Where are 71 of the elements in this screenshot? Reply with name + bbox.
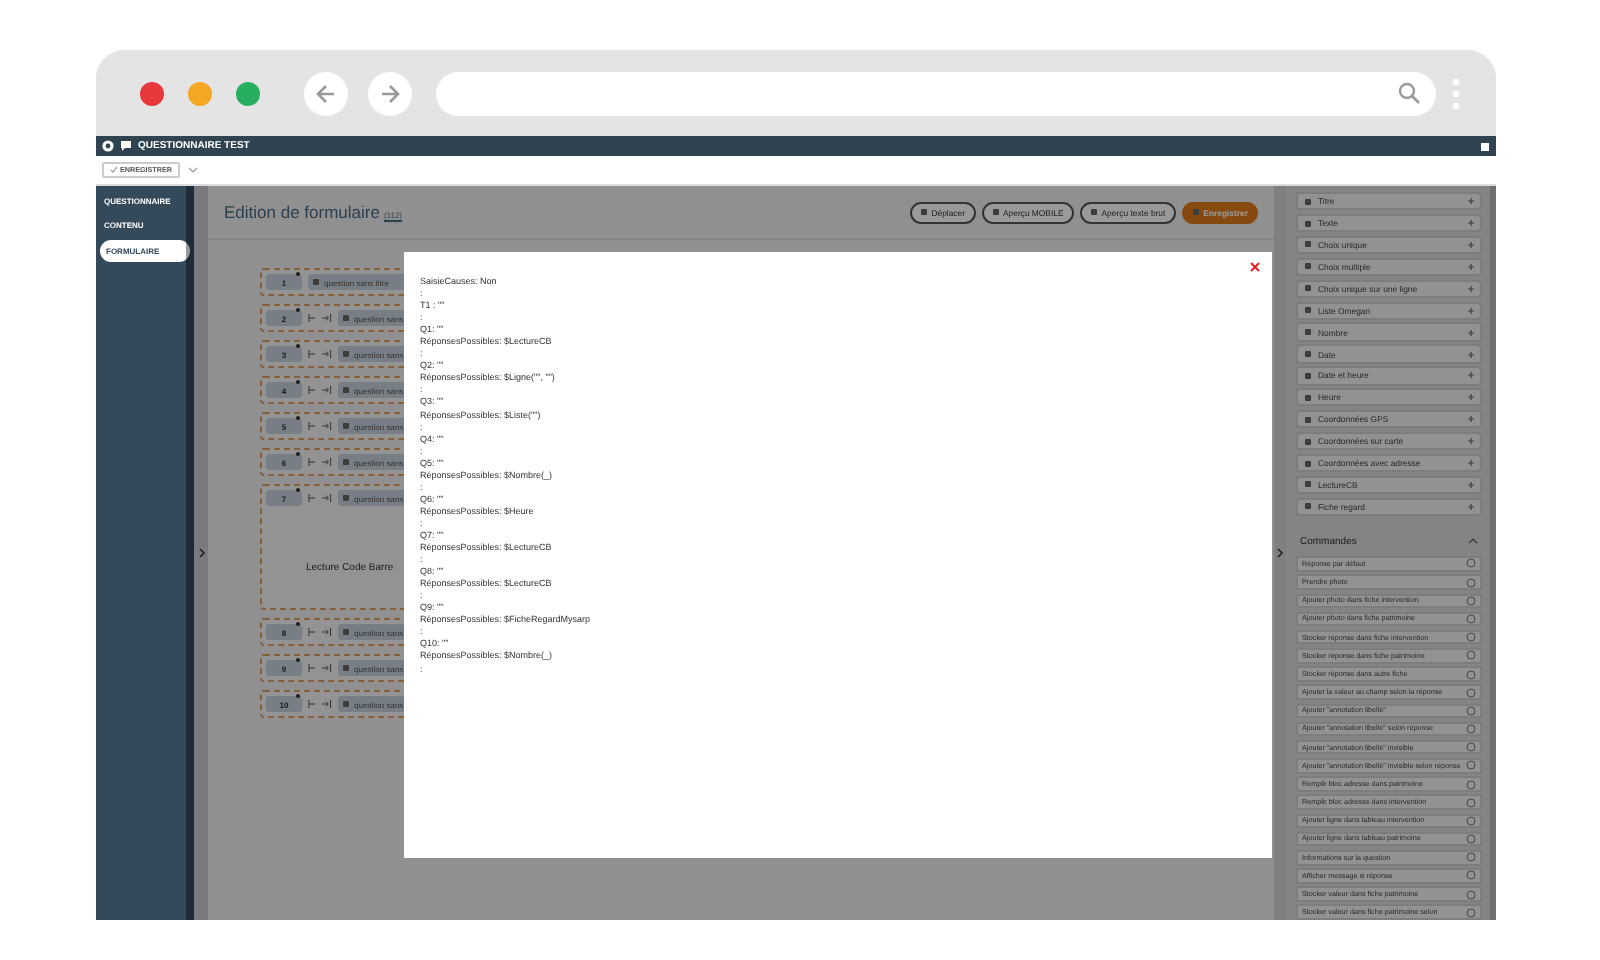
question-type-icon bbox=[342, 386, 350, 394]
field-type-icon bbox=[1304, 197, 1312, 206]
add-icon[interactable] bbox=[1468, 460, 1474, 467]
question-type-icon bbox=[342, 422, 350, 430]
add-icon[interactable] bbox=[1468, 416, 1474, 423]
chevron-down-icon[interactable] bbox=[187, 166, 198, 174]
field-type-icon bbox=[1304, 459, 1312, 468]
question-type-icon bbox=[342, 314, 350, 322]
add-icon[interactable] bbox=[1468, 394, 1474, 401]
field-type-icon bbox=[1304, 437, 1312, 446]
field-type-icon bbox=[1304, 480, 1312, 489]
field-type-icon bbox=[1304, 306, 1312, 315]
add-icon[interactable] bbox=[1468, 285, 1474, 292]
close-button[interactable] bbox=[1248, 260, 1262, 274]
check-icon bbox=[110, 166, 118, 174]
add-icon[interactable] bbox=[1468, 198, 1474, 205]
close-window-dot[interactable] bbox=[140, 81, 164, 105]
add-icon[interactable] bbox=[1468, 263, 1474, 270]
chevron-up-icon[interactable] bbox=[1468, 538, 1478, 545]
question-type-icon bbox=[342, 700, 350, 708]
indent-icon[interactable] bbox=[308, 350, 332, 358]
field-type-icon bbox=[1304, 350, 1312, 358]
add-icon[interactable] bbox=[1468, 503, 1474, 510]
window-icon[interactable] bbox=[1480, 141, 1490, 151]
field-type-icon bbox=[1304, 240, 1312, 249]
minimize-window-dot[interactable] bbox=[188, 81, 212, 105]
indent-icon[interactable] bbox=[308, 386, 332, 394]
field-type-icon bbox=[1304, 371, 1312, 380]
field-type-icon bbox=[1304, 415, 1312, 424]
add-icon[interactable] bbox=[1468, 372, 1474, 379]
field-type-icon bbox=[1304, 328, 1312, 337]
button-icon bbox=[919, 208, 928, 216]
field-type-icon bbox=[1304, 262, 1312, 271]
field-type-icon bbox=[1304, 284, 1312, 293]
forward-button[interactable] bbox=[368, 71, 412, 115]
back-button[interactable] bbox=[304, 71, 348, 115]
add-icon[interactable] bbox=[1468, 481, 1474, 488]
left-arrow-icon bbox=[314, 81, 338, 105]
question-type-icon bbox=[342, 664, 350, 672]
indent-icon[interactable] bbox=[308, 494, 332, 502]
expand-icon[interactable] bbox=[197, 548, 205, 558]
right-arrow-icon bbox=[378, 81, 402, 105]
add-icon[interactable] bbox=[1468, 307, 1474, 314]
indent-icon[interactable] bbox=[308, 700, 332, 708]
button-icon bbox=[1089, 208, 1098, 216]
indent-icon[interactable] bbox=[308, 628, 332, 636]
expand-icon[interactable] bbox=[1276, 548, 1284, 558]
indent-icon[interactable] bbox=[308, 458, 332, 466]
close-icon bbox=[1250, 262, 1260, 272]
field-type-icon bbox=[1304, 502, 1312, 511]
add-icon[interactable] bbox=[1468, 241, 1474, 248]
add-icon[interactable] bbox=[1468, 351, 1474, 357]
question-type-icon bbox=[342, 458, 350, 466]
indent-icon[interactable] bbox=[308, 664, 332, 672]
search-icon bbox=[1398, 82, 1420, 104]
question-type-icon bbox=[342, 494, 350, 502]
question-type-icon bbox=[342, 350, 350, 358]
editor-title: Edition de formulaire bbox=[224, 202, 380, 222]
add-icon[interactable] bbox=[1468, 329, 1474, 336]
chat-icon bbox=[120, 140, 132, 152]
field-type-icon bbox=[1304, 393, 1312, 402]
button-icon bbox=[991, 208, 999, 216]
button-icon bbox=[1191, 208, 1200, 216]
indent-icon[interactable] bbox=[308, 422, 332, 430]
field-type-icon bbox=[1304, 219, 1312, 228]
add-icon[interactable] bbox=[1468, 220, 1474, 227]
indent-icon[interactable] bbox=[308, 314, 332, 322]
maximize-window-dot[interactable] bbox=[236, 81, 260, 105]
question-type-icon bbox=[342, 628, 350, 636]
add-icon[interactable] bbox=[1468, 438, 1474, 445]
question-type-icon bbox=[312, 278, 320, 286]
